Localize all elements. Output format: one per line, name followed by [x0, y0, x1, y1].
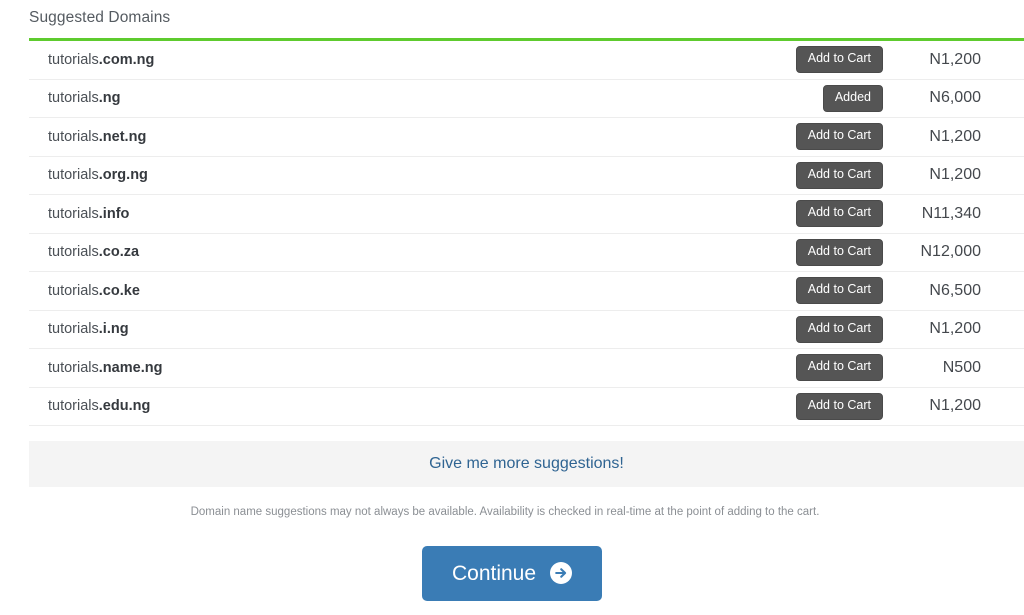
table-row: tutorials.edu.ng Add to Cart N1,200 [29, 388, 1024, 426]
arrow-right-circle-icon [549, 561, 573, 585]
table-row: tutorials.i.ng Add to Cart N1,200 [29, 311, 1024, 349]
row-actions: Add to Cart N1,200 [795, 41, 981, 79]
table-row: tutorials.ng Added N6,000 [29, 80, 1024, 118]
table-row: tutorials.co.ke Add to Cart N6,500 [29, 272, 1024, 311]
domain-tld: .com.ng [98, 51, 155, 68]
continue-button-label: Continue [451, 561, 537, 585]
row-actions: Add to Cart N500 [795, 349, 981, 387]
continue-button[interactable]: Continue [421, 546, 603, 601]
row-actions: Add to Cart N1,200 [795, 157, 981, 195]
add-to-cart-button[interactable]: Add to Cart [795, 238, 883, 266]
more-suggestions-link[interactable]: Give me more suggestions! [429, 455, 624, 473]
domain-name: tutorials.ng [29, 90, 121, 106]
domain-price: N1,200 [929, 320, 981, 338]
row-actions: Add to Cart N1,200 [795, 118, 981, 156]
row-actions: Add to Cart N1,200 [795, 311, 981, 349]
domain-tld: .co.za [98, 244, 140, 261]
domain-price: N1,200 [929, 127, 981, 145]
row-actions: Added N6,000 [822, 80, 981, 118]
table-row: tutorials.info Add to Cart N11,340 [29, 195, 1024, 234]
domain-price: N500 [942, 358, 981, 376]
domain-prefix: tutorials [48, 90, 99, 107]
domain-price: N6,500 [929, 281, 981, 299]
domain-tld: .co.ke [98, 282, 140, 299]
domain-prefix: tutorials [48, 205, 99, 222]
domain-name: tutorials.co.ke [29, 283, 140, 299]
domain-prefix: tutorials [48, 167, 99, 184]
domain-tld: .edu.ng [98, 398, 151, 415]
row-actions: Add to Cart N12,000 [795, 234, 982, 272]
domain-tld: .i.ng [98, 321, 129, 338]
add-to-cart-button[interactable]: Add to Cart [795, 277, 883, 305]
domain-prefix: tutorials [48, 359, 99, 376]
domain-name: tutorials.name.ng [29, 360, 162, 376]
more-suggestions-panel: Give me more suggestions! [29, 441, 1024, 487]
domain-tld: .info [98, 205, 130, 222]
suggested-domains-page: Suggested Domains tutorials.com.ng Add to… [0, 0, 1024, 615]
domain-prefix: tutorials [48, 398, 99, 415]
domain-price: N1,200 [929, 50, 981, 68]
add-to-cart-button[interactable]: Add to Cart [795, 161, 883, 189]
domain-name: tutorials.i.ng [29, 321, 129, 337]
domain-suggestion-list: tutorials.com.ng Add to Cart N1,200 tutoria… [29, 41, 1024, 426]
table-row: tutorials.net.ng Add to Cart N1,200 [29, 118, 1024, 157]
domain-tld: .ng [98, 90, 121, 107]
add-to-cart-button[interactable]: Add to Cart [795, 354, 883, 382]
domain-prefix: tutorials [48, 321, 99, 338]
domain-prefix: tutorials [48, 128, 99, 145]
add-to-cart-button[interactable]: Add to Cart [795, 200, 883, 228]
domain-price: N1,200 [929, 397, 981, 415]
domain-name: tutorials.net.ng [29, 129, 146, 145]
row-actions: Add to Cart N11,340 [795, 195, 981, 233]
domain-tld: .name.ng [98, 359, 163, 376]
domain-tld: .org.ng [98, 167, 148, 184]
table-row: tutorials.co.za Add to Cart N12,000 [29, 234, 1024, 272]
domain-name: tutorials.org.ng [29, 167, 148, 183]
add-to-cart-button[interactable]: Add to Cart [795, 315, 883, 343]
add-to-cart-button[interactable]: Add to Cart [795, 46, 883, 74]
domain-prefix: tutorials [48, 51, 99, 68]
continue-button-container: Continue [0, 546, 1024, 601]
domain-price: N6,000 [929, 89, 981, 107]
page-title: Suggested Domains [29, 9, 171, 26]
domain-price: N12,000 [920, 243, 982, 261]
domain-prefix: tutorials [48, 282, 99, 299]
domain-price: N11,340 [921, 204, 981, 222]
table-row: tutorials.com.ng Add to Cart N1,200 [29, 41, 1024, 80]
row-actions: Add to Cart N6,500 [795, 272, 981, 310]
domain-name: tutorials.edu.ng [29, 398, 150, 414]
table-row: tutorials.name.ng Add to Cart N500 [29, 349, 1024, 388]
added-button[interactable]: Added [822, 84, 883, 112]
domain-price: N1,200 [929, 166, 981, 184]
domain-prefix: tutorials [48, 244, 99, 261]
domain-name: tutorials.com.ng [29, 52, 154, 68]
domain-name: tutorials.co.za [29, 244, 139, 260]
row-actions: Add to Cart N1,200 [795, 388, 981, 426]
add-to-cart-button[interactable]: Add to Cart [795, 123, 883, 151]
domain-tld: .net.ng [98, 128, 147, 145]
domain-name: tutorials.info [29, 206, 129, 222]
availability-disclaimer: Domain name suggestions may not always b… [190, 506, 820, 518]
add-to-cart-button[interactable]: Add to Cart [795, 392, 883, 420]
table-row: tutorials.org.ng Add to Cart N1,200 [29, 157, 1024, 195]
